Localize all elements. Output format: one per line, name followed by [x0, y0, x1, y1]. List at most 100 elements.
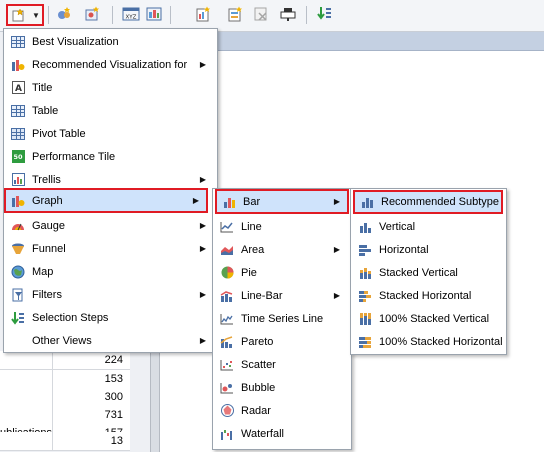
selection-steps-icon: [11, 311, 25, 325]
svg-text:XYZ: XYZ: [126, 15, 137, 21]
menu-item-performance-tile[interactable]: 50 Performance Tile: [4, 145, 215, 168]
table-icon: [11, 104, 25, 118]
bar-submenu: Recommended Subtype Vertical Horizontal …: [350, 188, 507, 355]
menu-item-label: Radar: [241, 404, 271, 417]
submenu-arrow-icon: ▶: [199, 60, 206, 69]
menu-item-stacked-horizontal[interactable]: Stacked Horizontal: [351, 284, 504, 307]
submenu-arrow-icon: ▶: [333, 245, 340, 254]
menu-item-label: Stacked Vertical: [379, 266, 458, 279]
menu-item-pareto[interactable]: Pareto: [213, 330, 349, 353]
menu-item-line-bar[interactable]: Line-Bar ▶: [213, 284, 349, 307]
toolbar-separator: [306, 6, 307, 24]
menu-item-graph[interactable]: Graph ▶: [4, 188, 208, 213]
menu-item-waterfall[interactable]: Waterfall: [213, 422, 349, 445]
xml-view-icon[interactable]: XYZ: [122, 5, 140, 23]
menu-item-label: Pivot Table: [32, 127, 86, 140]
submenu-arrow-icon: ▶: [199, 175, 206, 184]
menu-item-title[interactable]: A Title: [4, 76, 215, 99]
submenu-arrow-icon: ▶: [199, 336, 206, 345]
menu-item-pivot-table[interactable]: Pivot Table: [4, 122, 215, 145]
submenu-arrow-icon: ▶: [199, 290, 206, 299]
new-view-button[interactable]: ▼: [6, 4, 44, 26]
menu-item-horizontal[interactable]: Horizontal: [351, 238, 504, 261]
menu-item-label: 100% Stacked Horizontal: [379, 335, 503, 348]
menu-item-label: Map: [32, 265, 54, 278]
export-icon[interactable]: [226, 5, 244, 23]
edit-analysis-icon[interactable]: [55, 5, 73, 23]
menu-item-label: Selection Steps: [32, 311, 109, 324]
menu-item-label: 100% Stacked Vertical: [379, 312, 490, 325]
menu-item-other-views[interactable]: Other Views ▶: [4, 329, 215, 352]
table-cell: [0, 370, 53, 388]
menu-item-label: Title: [32, 81, 53, 94]
table-cell-value: 153: [104, 373, 123, 385]
menu-item-recommended-visualization[interactable]: Recommended Visualization for ▶: [4, 53, 215, 76]
menu-item-map[interactable]: Map: [4, 260, 215, 283]
menu-item-line[interactable]: Line: [213, 215, 349, 238]
table-cell-value: 300: [104, 391, 123, 403]
menu-item-label: Horizontal: [379, 243, 429, 256]
title-icon: A: [11, 81, 25, 95]
gauge-icon: [11, 219, 25, 233]
menu-item-label: Time Series Line: [241, 312, 324, 325]
menu-item-best-visualization[interactable]: Best Visualization: [4, 30, 215, 53]
filter-toolbar-icon[interactable]: [279, 5, 297, 23]
vertical-bar-icon: [358, 220, 372, 234]
new-analysis-icon[interactable]: [83, 5, 101, 23]
delete-icon[interactable]: [252, 5, 270, 23]
pie-chart-icon: [220, 266, 234, 280]
line-chart-icon: [220, 220, 234, 234]
sort-icon[interactable]: [316, 5, 334, 23]
menu-item-label: Line: [241, 220, 262, 233]
table-cell-value: 13: [110, 435, 123, 447]
menu-item-label: Bubble: [241, 381, 276, 394]
menu-item-label: Graph: [32, 194, 63, 207]
menu-item-100-stacked-vertical[interactable]: 100% Stacked Vertical: [351, 307, 504, 330]
table-cell: [0, 388, 53, 406]
toolbar-separator: [112, 6, 113, 24]
performance-tile-icon: 50: [11, 150, 25, 164]
menu-item-label: Funnel: [32, 242, 66, 255]
menu-item-area[interactable]: Area ▶: [213, 238, 349, 261]
menu-item-selection-steps[interactable]: Selection Steps: [4, 306, 215, 329]
menu-item-vertical[interactable]: Vertical: [351, 215, 504, 238]
menu-item-100-stacked-horizontal[interactable]: 100% Stacked Horizontal: [351, 330, 504, 353]
menu-item-bar[interactable]: Bar ▶: [215, 189, 349, 214]
menu-item-radar[interactable]: Radar: [213, 399, 349, 422]
print-preview-icon[interactable]: [194, 5, 212, 23]
table-cell: [0, 432, 53, 450]
stacked-horizontal-icon: [358, 289, 372, 303]
menu-item-funnel[interactable]: Funnel ▶: [4, 237, 215, 260]
menu-item-pie[interactable]: Pie: [213, 261, 349, 284]
bubble-icon: [220, 381, 234, 395]
menu-item-label: Stacked Horizontal: [379, 289, 472, 302]
table-cell-value: 224: [104, 354, 123, 366]
menu-item-label: Recommended Subtype: [381, 196, 500, 208]
new-view-icon: [11, 8, 25, 25]
toolbar-separator: [170, 6, 171, 24]
new-view-menu: Best Visualization Recommended Visualiza…: [3, 28, 218, 353]
svg-text:50: 50: [13, 153, 23, 161]
menu-item-label: Performance Tile: [32, 150, 116, 163]
submenu-arrow-icon: ▶: [192, 196, 199, 205]
recommended-visualization-icon: [11, 58, 25, 72]
menu-item-gauge[interactable]: Gauge ▶: [4, 214, 215, 237]
menu-item-time-series-line[interactable]: Time Series Line: [213, 307, 349, 330]
menu-item-label: Vertical: [379, 220, 416, 233]
print-icon[interactable]: [145, 5, 163, 23]
menu-item-table[interactable]: Table: [4, 99, 215, 122]
table-cell-value: 731: [104, 409, 123, 421]
blank-icon: [11, 334, 25, 348]
table-cell: [0, 351, 53, 369]
compound-layout-header: [217, 32, 544, 51]
menu-item-filters[interactable]: Filters ▶: [4, 283, 215, 306]
table-row: 300: [0, 388, 130, 407]
table-row: 153: [0, 370, 130, 389]
recommended-bar-icon: [360, 195, 374, 209]
menu-item-bubble[interactable]: Bubble: [213, 376, 349, 399]
menu-item-scatter[interactable]: Scatter: [213, 353, 349, 376]
menu-item-recommended-subtype[interactable]: Recommended Subtype: [353, 190, 503, 214]
svg-text:A: A: [15, 84, 22, 94]
menu-item-stacked-vertical[interactable]: Stacked Vertical: [351, 261, 504, 284]
menu-item-label: Waterfall: [241, 427, 284, 440]
